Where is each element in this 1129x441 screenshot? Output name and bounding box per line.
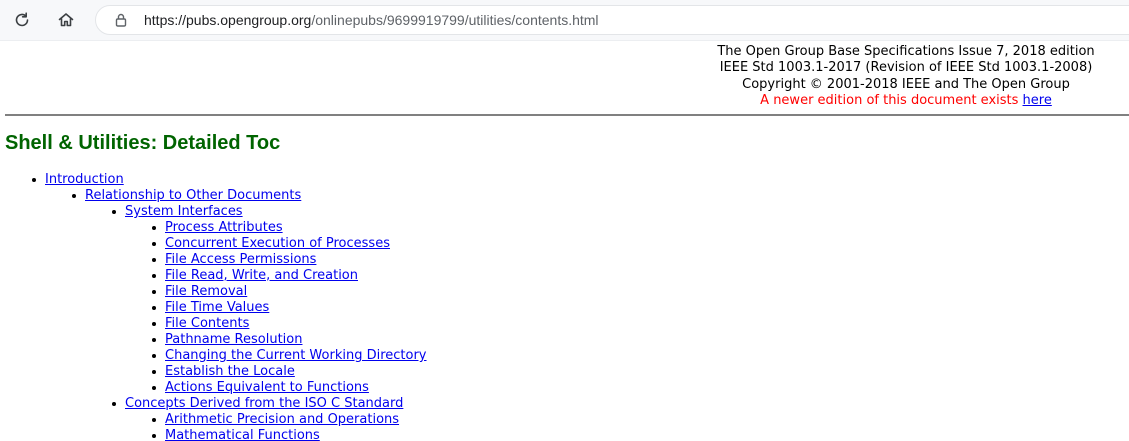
toc-link[interactable]: Mathematical Functions	[165, 428, 320, 441]
toc-item: Pathname Resolution	[5, 332, 1105, 348]
page-content: The Open Group Base Specifications Issue…	[0, 40, 1129, 441]
reload-button[interactable]	[8, 6, 36, 34]
bullet-icon	[112, 210, 116, 214]
bullet-icon	[152, 290, 156, 294]
toc-item: Changing the Current Working Directory	[5, 348, 1105, 364]
toc-link[interactable]: File Time Values	[165, 300, 269, 316]
address-bar[interactable]: https://pubs.opengroup.org/onlinepubs/96…	[95, 5, 1129, 35]
bullet-icon	[72, 194, 76, 198]
toc-link[interactable]: Pathname Resolution	[165, 332, 302, 348]
newer-edition-text: A newer edition of this document exists	[760, 92, 1023, 108]
bullet-icon	[152, 322, 156, 326]
bullet-icon	[152, 354, 156, 358]
toc-link[interactable]: File Access Permissions	[165, 252, 316, 268]
bullet-icon	[152, 242, 156, 246]
toc-item: File Contents	[5, 316, 1105, 332]
toc-item: File Read, Write, and Creation	[5, 268, 1105, 284]
header-divider	[5, 114, 1129, 116]
toc-link[interactable]: Actions Equivalent to Functions	[165, 380, 369, 396]
browser-toolbar: https://pubs.opengroup.org/onlinepubs/96…	[0, 0, 1129, 40]
toc-item: Actions Equivalent to Functions	[5, 380, 1105, 396]
masthead: The Open Group Base Specifications Issue…	[696, 44, 1116, 109]
bullet-icon	[152, 386, 156, 390]
toc-link[interactable]: Concepts Derived from the ISO C Standard	[125, 396, 403, 412]
bullet-icon	[152, 226, 156, 230]
toc-item: Concurrent Execution of Processes	[5, 236, 1105, 252]
toc-link[interactable]: Changing the Current Working Directory	[165, 348, 427, 364]
toc-link[interactable]: Introduction	[45, 172, 124, 188]
bullet-icon	[152, 306, 156, 310]
toc-link[interactable]: System Interfaces	[125, 204, 243, 220]
toc-link[interactable]: File Removal	[165, 284, 247, 300]
toc-item: Arithmetic Precision and Operations	[5, 412, 1105, 428]
url-text[interactable]: https://pubs.opengroup.org/onlinepubs/96…	[144, 12, 599, 28]
toc-link[interactable]: Establish the Locale	[165, 364, 295, 380]
toc-link[interactable]: Concurrent Execution of Processes	[165, 236, 390, 252]
toc-item: Concepts Derived from the ISO C Standard	[5, 396, 1105, 412]
toc-item: Mathematical Functions	[5, 428, 1105, 441]
toc-link[interactable]: File Contents	[165, 316, 249, 332]
url-host: https://pubs.opengroup.org	[144, 12, 312, 28]
toc-item: File Removal	[5, 284, 1105, 300]
toc-item: Relationship to Other Documents	[5, 188, 1105, 204]
bullet-icon	[32, 178, 36, 182]
masthead-standard: IEEE Std 1003.1-2017 (Revision of IEEE S…	[719, 60, 1093, 76]
newer-edition-notice: A newer edition of this document exists …	[696, 93, 1116, 109]
newer-edition-link[interactable]: here	[1023, 93, 1052, 108]
bullet-icon	[152, 258, 156, 262]
bullet-icon	[152, 434, 156, 438]
masthead-copyright: Copyright © 2001-2018 IEEE and The Open …	[742, 76, 1070, 92]
toc-item: File Access Permissions	[5, 252, 1105, 268]
bullet-icon	[152, 370, 156, 374]
bullet-icon	[152, 338, 156, 342]
toc-link[interactable]: Arithmetic Precision and Operations	[165, 412, 399, 428]
reload-icon	[15, 12, 29, 27]
bullet-icon	[112, 402, 116, 406]
toc-link[interactable]: Process Attributes	[165, 220, 283, 236]
home-icon	[58, 13, 74, 27]
toc-item: System Interfaces	[5, 204, 1105, 220]
toc-item: Introduction	[5, 172, 1105, 188]
toc-item: File Time Values	[5, 300, 1105, 316]
toc-list: Introduction Relationship to Other Docume…	[5, 172, 1105, 441]
toc-link[interactable]: Relationship to Other Documents	[85, 188, 301, 204]
masthead-edition: The Open Group Base Specifications Issue…	[717, 44, 1095, 59]
home-button[interactable]	[52, 6, 80, 34]
url-path: /onlinepubs/9699919799/utilities/content…	[311, 12, 599, 28]
toc-link[interactable]: File Read, Write, and Creation	[165, 268, 358, 284]
lock-icon[interactable]	[113, 12, 129, 28]
toc-item: Establish the Locale	[5, 364, 1105, 380]
toc-item: Process Attributes	[5, 220, 1105, 236]
bullet-icon	[152, 418, 156, 422]
page-title: Shell & Utilities: Detailed Toc	[5, 132, 281, 154]
bullet-icon	[152, 274, 156, 278]
